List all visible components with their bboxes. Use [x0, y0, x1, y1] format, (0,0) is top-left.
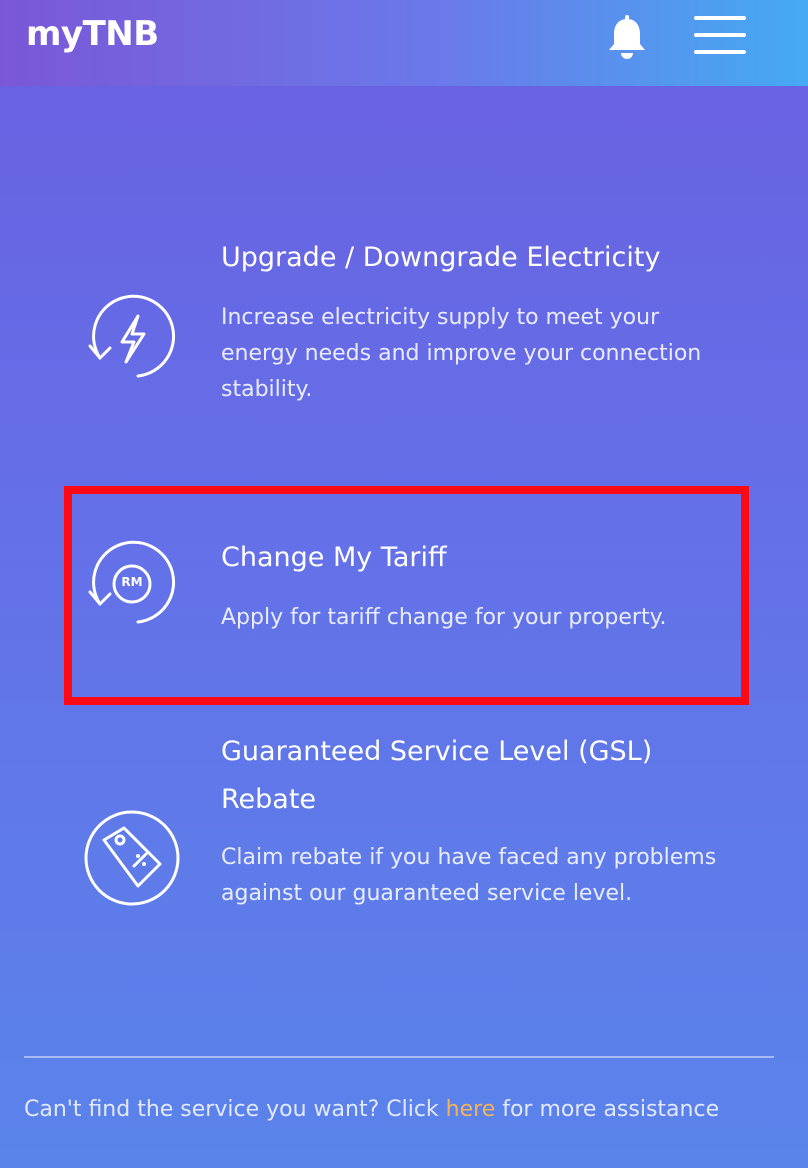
service-title: Change My Tariff — [221, 542, 447, 573]
footer-help-text: Can't find the service you want? Click h… — [24, 1092, 794, 1128]
mytnb-logo[interactable]: myTNB — [26, 14, 159, 54]
rm-cycle-icon: RM — [80, 532, 184, 636]
help-link[interactable]: here — [446, 1097, 496, 1122]
footer-text-before: Can't find the service you want? Click — [24, 1097, 446, 1122]
service-change-tariff[interactable]: RM Change My Tariff Apply for tariff cha… — [0, 532, 808, 662]
service-description: Increase electricity supply to meet your… — [221, 305, 702, 402]
app-header: myTNB — [0, 0, 808, 86]
hamburger-menu-icon[interactable] — [692, 14, 748, 56]
service-description: Claim rebate if you have faced any probl… — [221, 845, 717, 906]
service-gsl-rebate[interactable]: Guaranteed Service Level (GSL) Rebate Cl… — [0, 726, 808, 956]
footer-text-after: for more assistance — [495, 1097, 720, 1122]
lightning-cycle-icon — [80, 286, 184, 390]
discount-tag-icon — [80, 806, 184, 910]
logo-text-tnb: TNB — [82, 14, 160, 54]
rm-icon-text: RM — [121, 575, 143, 589]
service-title: Guaranteed Service Level (GSL) Rebate — [221, 736, 653, 815]
bell-icon[interactable] — [606, 14, 648, 60]
service-description: Apply for tariff change for your propert… — [221, 605, 667, 630]
logo-text-my: my — [26, 14, 83, 54]
service-upgrade-downgrade[interactable]: Upgrade / Downgrade Electricity Increase… — [0, 232, 808, 412]
service-title: Upgrade / Downgrade Electricity — [221, 242, 661, 273]
footer-divider — [24, 1056, 774, 1058]
